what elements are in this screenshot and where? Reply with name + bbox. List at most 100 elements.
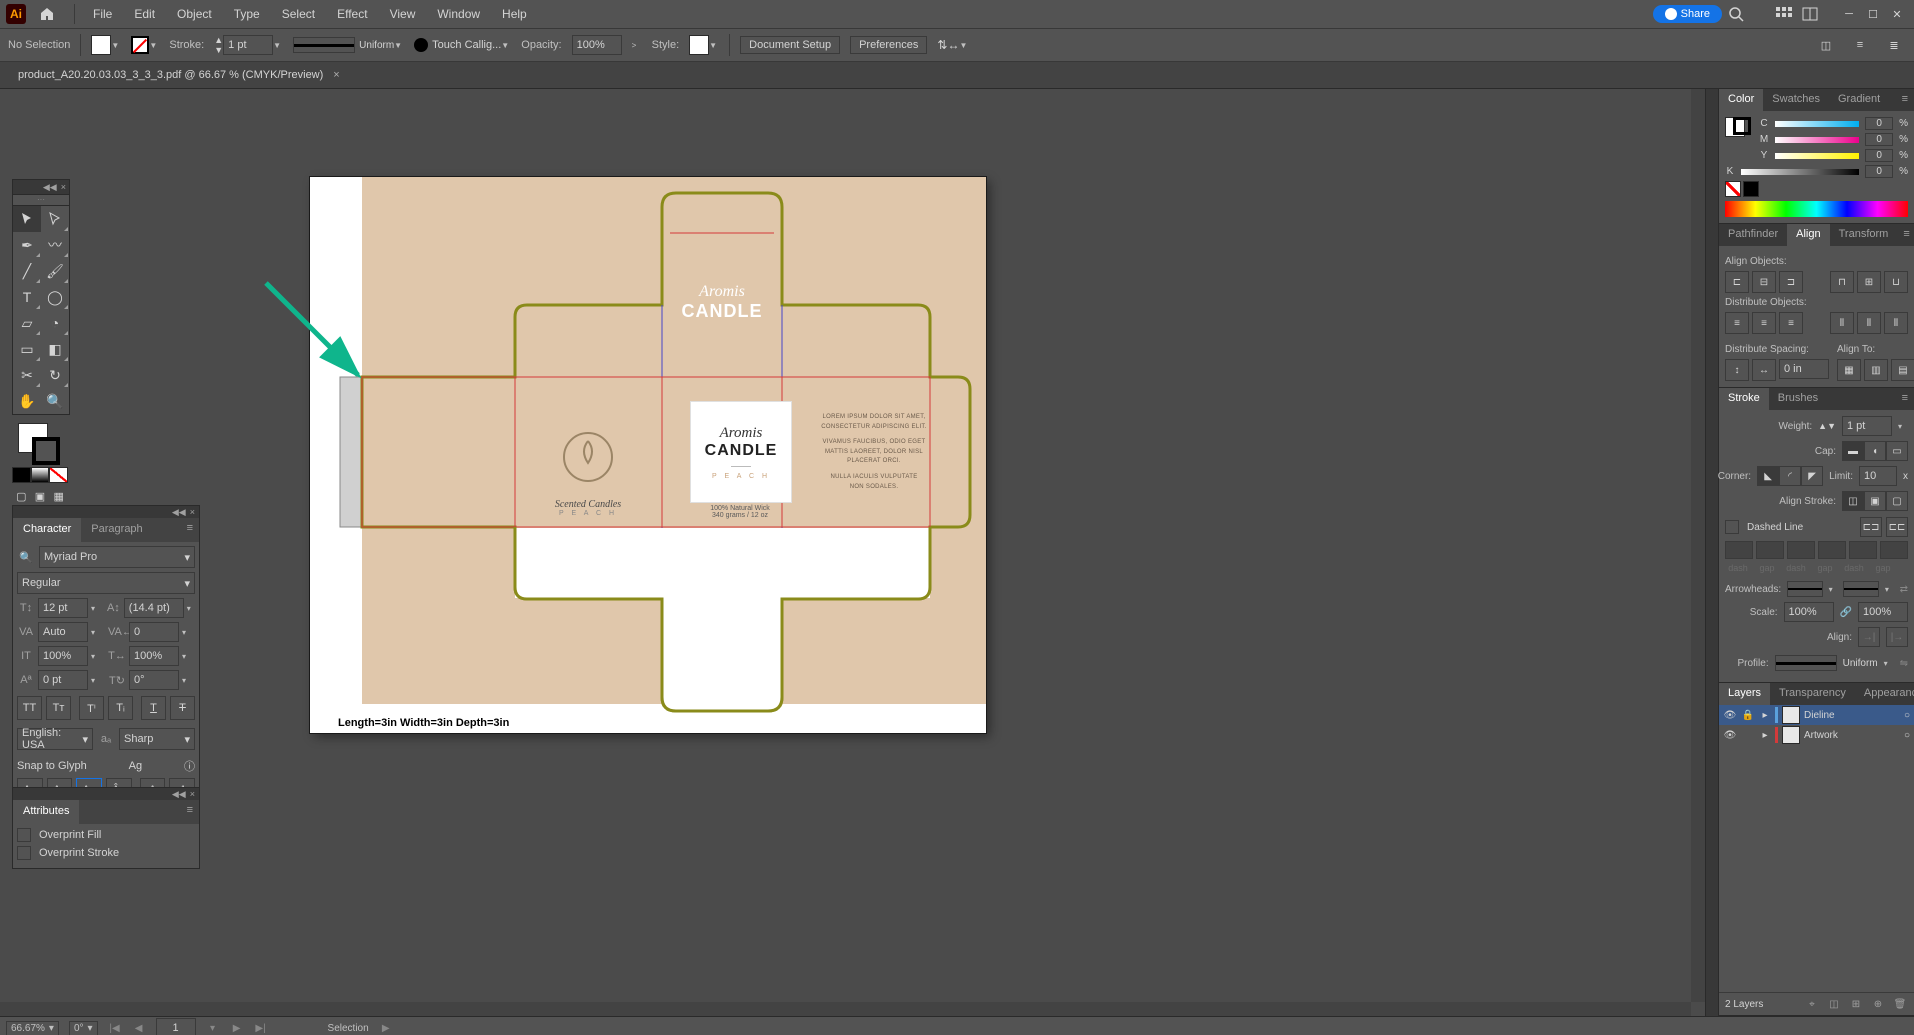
corner-bevel[interactable]: ◤ — [1801, 466, 1823, 486]
overprint-stroke-checkbox[interactable] — [17, 846, 31, 860]
panel-menu-icon[interactable]: ≡ — [1896, 89, 1914, 111]
collapse-icon[interactable]: ◀◀ — [43, 182, 57, 193]
color-mode-none[interactable] — [49, 467, 68, 483]
stroke-indicator[interactable] — [1733, 117, 1751, 135]
menu-window[interactable]: Window — [427, 3, 490, 25]
vscale-input[interactable] — [38, 646, 88, 666]
make-clip-icon[interactable]: ◫ — [1826, 999, 1842, 1010]
tab-swatches[interactable]: Swatches — [1763, 89, 1829, 111]
rectangle-tool[interactable]: ▭ — [13, 336, 41, 362]
dashed-checkbox[interactable] — [1725, 520, 1739, 534]
expand-icon[interactable]: ▸ — [1759, 730, 1771, 741]
dist-right[interactable]: ⦀ — [1884, 312, 1908, 334]
screen-mode-present[interactable]: ▦ — [50, 487, 68, 505]
overprint-fill-checkbox[interactable] — [17, 828, 31, 842]
paintbrush-tool[interactable]: 🖌 — [41, 258, 69, 284]
close-icon[interactable]: × — [190, 789, 195, 799]
document-tab[interactable]: product_A20.20.03.03_3_3_3.pdf @ 66.67 %… — [8, 62, 350, 88]
vsp-dropdown[interactable]: Uniform▼ — [293, 37, 404, 53]
stroke-weight-input[interactable] — [223, 35, 273, 55]
close-icon[interactable]: × — [61, 182, 66, 192]
ellipse-tool[interactable]: ◯ — [41, 284, 69, 310]
fill-stroke-control[interactable] — [12, 419, 68, 467]
rotate-select[interactable]: 0°▾ — [69, 1021, 98, 1035]
dash-preserve[interactable]: ⊏⊏ — [1886, 517, 1908, 537]
menu-file[interactable]: File — [83, 3, 122, 25]
menu-select[interactable]: Select — [272, 3, 325, 25]
dist-top[interactable]: ≡ — [1725, 312, 1749, 334]
home-icon[interactable] — [36, 3, 58, 25]
target-icon[interactable]: ○ — [1904, 710, 1910, 721]
weight-input[interactable] — [1842, 416, 1892, 436]
next-artboard[interactable]: ▶ — [230, 1023, 244, 1034]
layer-row[interactable]: 👁 ▸ Artwork ○ — [1719, 725, 1914, 745]
search-icon[interactable] — [1724, 2, 1748, 26]
align-stroke-outside[interactable]: ▢ — [1886, 491, 1908, 511]
panel-menu-icon[interactable]: ≣ — [1882, 33, 1906, 57]
spectrum-picker[interactable] — [1725, 201, 1908, 217]
last-artboard[interactable]: ▶| — [254, 1023, 268, 1034]
color-mode-solid[interactable] — [12, 467, 31, 483]
brush-dropdown[interactable]: Touch Callig...▼ — [414, 38, 511, 52]
selection-tool[interactable] — [13, 206, 41, 232]
scrollbar-vertical[interactable] — [1691, 89, 1705, 1002]
align-to-key[interactable]: ▤ — [1891, 359, 1914, 381]
collapse-icon[interactable]: ◀◀ — [172, 507, 186, 518]
align-to-selection[interactable]: ▥ — [1864, 359, 1888, 381]
language-select[interactable]: English: USA▾ — [17, 728, 93, 750]
new-layer-icon[interactable]: ⊕ — [1870, 999, 1886, 1010]
tab-stroke[interactable]: Stroke — [1719, 388, 1769, 410]
dist-vcenter[interactable]: ≡ — [1752, 312, 1776, 334]
tab-paragraph[interactable]: Paragraph — [81, 518, 152, 542]
black-swatch[interactable] — [1743, 181, 1759, 197]
dash-3[interactable] — [1849, 541, 1877, 559]
share-button[interactable]: Share — [1653, 5, 1722, 23]
tab-color[interactable]: Color — [1719, 89, 1763, 111]
screen-mode-normal[interactable]: ▢ — [12, 487, 30, 505]
align-left[interactable]: ⊏ — [1725, 271, 1749, 293]
menu-help[interactable]: Help — [492, 3, 537, 25]
align-bottom[interactable]: ⊔ — [1884, 271, 1908, 293]
direct-selection-tool[interactable] — [41, 206, 69, 232]
leading-input[interactable] — [124, 598, 184, 618]
opacity-input[interactable] — [572, 35, 622, 55]
scrollbar-horizontal[interactable] — [0, 1002, 1691, 1016]
canvas[interactable]: ◀◀× ··· ✒ 〰 ╱ 🖌 T ◯ ▱ ◔ ▭ ◧ ✂ ↻ ✋ 🔍 — [0, 89, 1705, 1016]
preferences-button[interactable]: Preferences — [850, 36, 927, 54]
tracking-input[interactable] — [129, 622, 179, 642]
zoom-tool[interactable]: 🔍 — [41, 388, 69, 414]
visibility-icon[interactable]: 👁 — [1723, 730, 1737, 741]
rotate-tool[interactable]: ↻ — [41, 362, 69, 388]
dist-bottom[interactable]: ≡ — [1779, 312, 1803, 334]
char-rotate-input[interactable] — [129, 670, 179, 690]
magenta-input[interactable]: 0 — [1865, 133, 1893, 146]
align-top[interactable]: ⊓ — [1830, 271, 1854, 293]
style-swatch[interactable]: ▼ — [689, 35, 719, 55]
stroke-swatch[interactable]: ▼ — [131, 36, 159, 54]
panel-menu-icon[interactable]: ≡ — [1896, 388, 1914, 410]
black-input[interactable]: 0 — [1865, 165, 1893, 178]
underline-button[interactable]: T — [141, 696, 166, 720]
limit-input[interactable] — [1859, 466, 1897, 486]
fill-swatch[interactable]: ▼ — [91, 35, 121, 55]
dist-space-h[interactable]: ↔ — [1752, 359, 1776, 381]
align-stroke-inside[interactable]: ▣ — [1864, 491, 1886, 511]
menu-object[interactable]: Object — [167, 3, 222, 25]
cyan-input[interactable]: 0 — [1865, 117, 1893, 130]
layer-name[interactable]: Artwork — [1804, 730, 1900, 741]
align-right[interactable]: ⊐ — [1779, 271, 1803, 293]
snap-glyph-icon[interactable]: Ag — [129, 760, 142, 772]
tab-gradient[interactable]: Gradient — [1829, 89, 1889, 111]
menu-edit[interactable]: Edit — [124, 3, 165, 25]
baseline-input[interactable] — [38, 670, 88, 690]
gap-3[interactable] — [1880, 541, 1908, 559]
align-vcenter[interactable]: ⊞ — [1857, 271, 1881, 293]
arrow-end[interactable] — [1843, 581, 1878, 597]
tab-attributes[interactable]: Attributes — [13, 800, 79, 824]
cap-butt[interactable]: ▬ — [1842, 441, 1864, 461]
screen-mode-full[interactable]: ▣ — [31, 487, 49, 505]
layer-row[interactable]: 👁 🔒 ▸ Dieline ○ — [1719, 705, 1914, 725]
tab-brushes[interactable]: Brushes — [1769, 388, 1827, 410]
tab-appearance[interactable]: Appearance — [1855, 683, 1914, 705]
align-hcenter[interactable]: ⊟ — [1752, 271, 1776, 293]
